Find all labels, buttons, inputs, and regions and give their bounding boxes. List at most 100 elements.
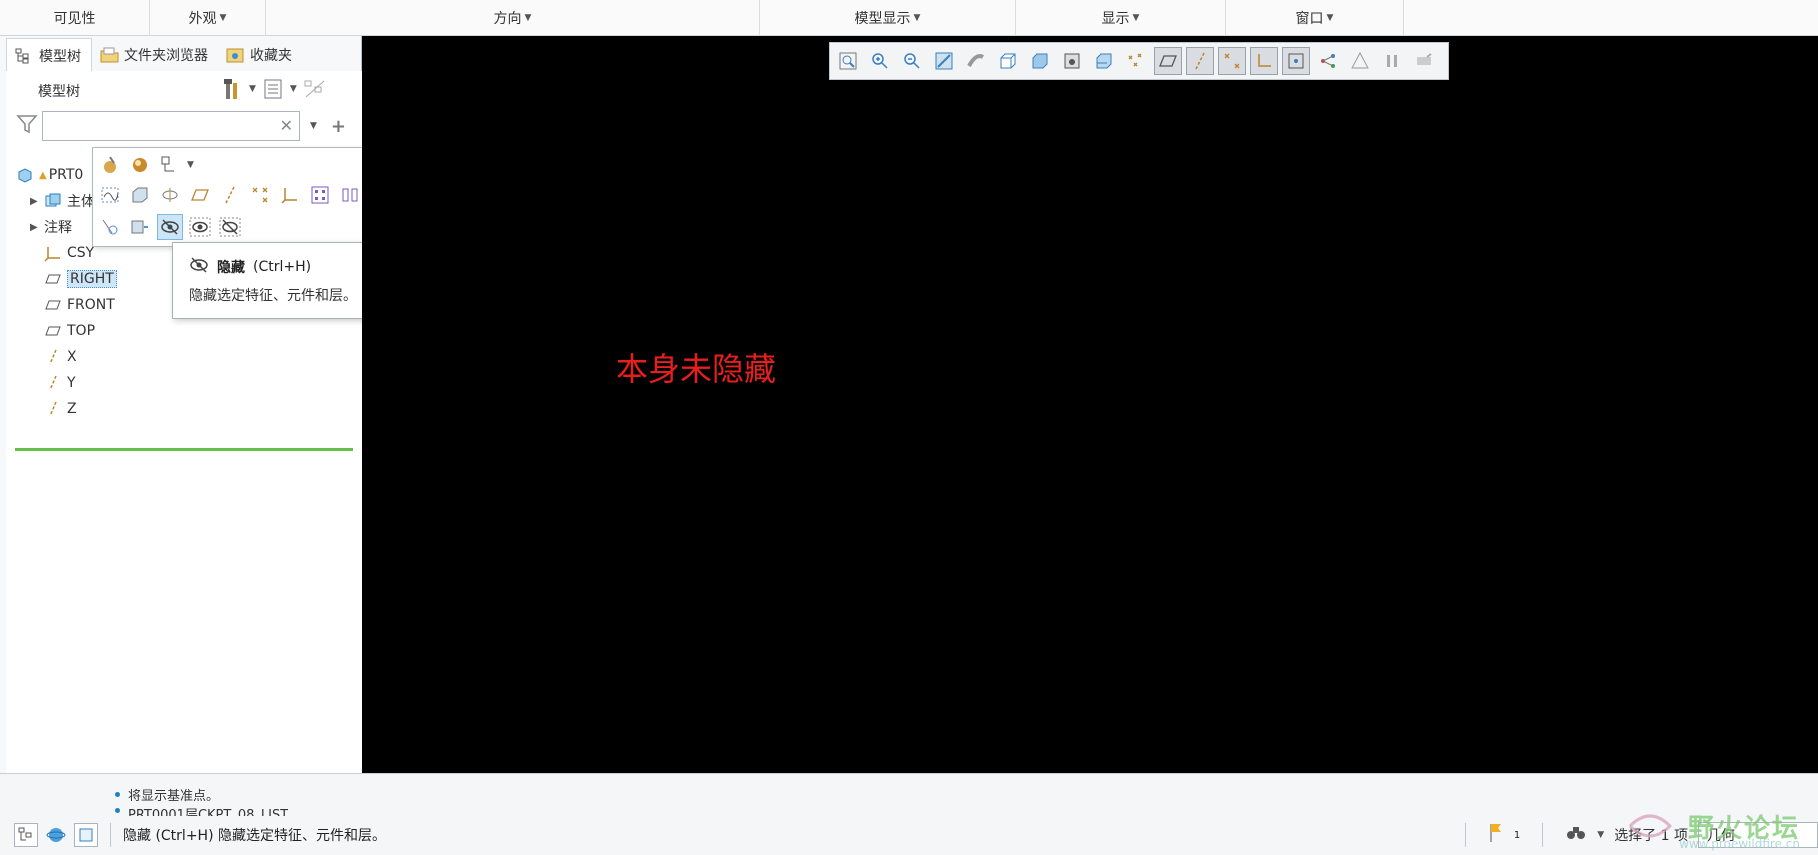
message-area: 将显示基准点。 PRT0001层CKPT_08_LIST 隐藏 (Ctrl+H)…: [0, 773, 1818, 855]
flag-disabled-icon[interactable]: [1410, 47, 1438, 75]
perspective-icon[interactable]: [1058, 47, 1086, 75]
axis-display-icon[interactable]: [1186, 47, 1214, 75]
tab-label: 收藏夹: [250, 48, 292, 64]
simulation-icon[interactable]: [1346, 47, 1374, 75]
pattern-icon[interactable]: [307, 182, 333, 208]
hide-icon[interactable]: [157, 214, 183, 240]
insert-here-indicator[interactable]: [15, 448, 353, 451]
favorites-icon: [226, 47, 244, 63]
status-line: 隐藏 (Ctrl+H) 隐藏选定特征、元件和层。 1 ▼ 选择了 1 项 几何: [0, 818, 1818, 852]
browser-toggle-icon[interactable]: [44, 823, 68, 847]
warning-icon: ▲: [39, 169, 47, 181]
tree-node-body[interactable]: ▶ 主体: [30, 189, 95, 213]
clear-icon[interactable]: ✕: [280, 116, 293, 135]
show-list-icon[interactable]: [262, 77, 284, 101]
bullet-icon: [115, 791, 120, 797]
caret-down-icon[interactable]: ▼: [1597, 830, 1604, 840]
tree-node-front-plane[interactable]: FRONT: [44, 293, 115, 317]
navigator-tabs: 模型树 文件夹浏览器 收藏夹: [6, 38, 302, 72]
ribbon-group-appearance[interactable]: 外观 ▼: [150, 0, 266, 36]
tooltip-command-name: 隐藏: [217, 260, 245, 276]
appearance-color-icon[interactable]: [127, 152, 153, 178]
plane-display-icon[interactable]: [1154, 47, 1182, 75]
pause-icon[interactable]: [1378, 47, 1406, 75]
flag-icon[interactable]: [1488, 822, 1504, 848]
caret-down-icon[interactable]: ▼: [249, 84, 256, 94]
filter-icon[interactable]: [16, 113, 38, 139]
part-icon: [16, 166, 34, 184]
tree-node-csys[interactable]: CSY: [44, 241, 94, 265]
mini-toolbar: ▼: [92, 147, 364, 247]
tab-favorites[interactable]: 收藏夹: [218, 38, 302, 72]
tree-search-input[interactable]: ✕: [42, 111, 300, 141]
view-manager-icon[interactable]: [1026, 47, 1054, 75]
tree-node-right-plane[interactable]: RIGHT: [44, 267, 117, 291]
spin-center-icon[interactable]: [1282, 47, 1310, 75]
revolve-icon[interactable]: [157, 182, 183, 208]
zoom-out-icon[interactable]: [898, 47, 926, 75]
tree-node-label: FRONT: [67, 297, 115, 313]
tree-node-annotations[interactable]: ▶ 注释: [30, 215, 72, 239]
network-icon[interactable]: [1314, 47, 1342, 75]
edit-definition-icon[interactable]: [97, 214, 123, 240]
refit-icon[interactable]: [834, 47, 862, 75]
tree-node-part[interactable]: ▲ PRT0: [16, 163, 83, 187]
zoom-in-icon[interactable]: [866, 47, 894, 75]
expand-arrow-icon[interactable]: ▶: [30, 196, 44, 207]
message-text: PRT0001层CKPT_08_LIST: [128, 808, 289, 816]
datum-point-icon[interactable]: [247, 182, 273, 208]
ribbon-group-window[interactable]: 窗口 ▼: [1226, 0, 1404, 36]
caret-down-icon: ▼: [1326, 13, 1334, 23]
tree-node-axis-z[interactable]: Z: [44, 397, 77, 421]
tab-folder-browser[interactable]: 文件夹浏览器: [92, 38, 218, 72]
appearance-brush-icon[interactable]: [97, 152, 123, 178]
saved-orientations-icon[interactable]: [994, 47, 1022, 75]
extrude-icon[interactable]: [127, 182, 153, 208]
caret-down-icon[interactable]: ▼: [290, 84, 297, 94]
find-icon[interactable]: [1565, 823, 1587, 847]
csys-display-icon[interactable]: [1250, 47, 1278, 75]
navigator-toggle-icon[interactable]: [14, 823, 38, 847]
point-display-icon[interactable]: [1218, 47, 1246, 75]
expand-arrow-icon[interactable]: ▶: [30, 222, 44, 233]
show-icon[interactable]: [187, 214, 213, 240]
ribbon-group-visibility[interactable]: 可见性: [0, 0, 150, 36]
datum-axis-icon[interactable]: [217, 182, 243, 208]
graphics-viewport[interactable]: 本身未隐藏: [362, 36, 1818, 773]
display-style-icon[interactable]: [962, 47, 990, 75]
message-line: 将显示基准点。: [115, 784, 288, 804]
tab-model-tree[interactable]: 模型树: [6, 38, 92, 72]
tree-filter-disabled-icon[interactable]: [303, 77, 325, 101]
tree-node-label: 主体: [67, 194, 95, 210]
settings-tools-icon[interactable]: [221, 77, 243, 101]
edit-dimensions-icon[interactable]: [127, 214, 153, 240]
flag-count: 1: [1513, 829, 1521, 841]
orient-icon[interactable]: [157, 152, 183, 178]
caret-down-icon: ▼: [524, 13, 532, 23]
ribbon-group-model-display[interactable]: 模型显示 ▼: [760, 0, 1016, 36]
add-icon[interactable]: +: [331, 116, 346, 137]
annotation-display-icon[interactable]: [1122, 47, 1150, 75]
tree-node-axis-x[interactable]: X: [44, 345, 77, 369]
sketch-icon[interactable]: [97, 182, 123, 208]
ribbon-group-label: 模型显示: [854, 11, 911, 27]
csys-icon[interactable]: [277, 182, 303, 208]
caret-down-icon: ▼: [1132, 13, 1140, 23]
datum-plane-icon[interactable]: [187, 182, 213, 208]
watermark-url: www.proewildfire.cn: [1679, 837, 1800, 851]
repaint-icon[interactable]: [930, 47, 958, 75]
ribbon-group-label: 显示: [1101, 11, 1130, 27]
caret-down-icon: ▼: [913, 13, 921, 23]
hide-only-icon[interactable]: [217, 214, 243, 240]
section-icon[interactable]: [1090, 47, 1118, 75]
caret-down-icon[interactable]: ▼: [187, 160, 194, 170]
tree-node-top-plane[interactable]: TOP: [44, 319, 95, 343]
ribbon-group-display[interactable]: 显示 ▼: [1016, 0, 1226, 36]
ribbon-group-orientation[interactable]: 方向 ▼: [266, 0, 760, 36]
caret-down-icon[interactable]: ▼: [310, 121, 317, 131]
fullscreen-toggle-icon[interactable]: [74, 823, 98, 847]
datum-plane-icon: [44, 270, 62, 288]
message-line: PRT0001层CKPT_08_LIST: [115, 804, 288, 816]
tree-node-axis-y[interactable]: Y: [44, 371, 76, 395]
mirror-icon[interactable]: [337, 182, 363, 208]
